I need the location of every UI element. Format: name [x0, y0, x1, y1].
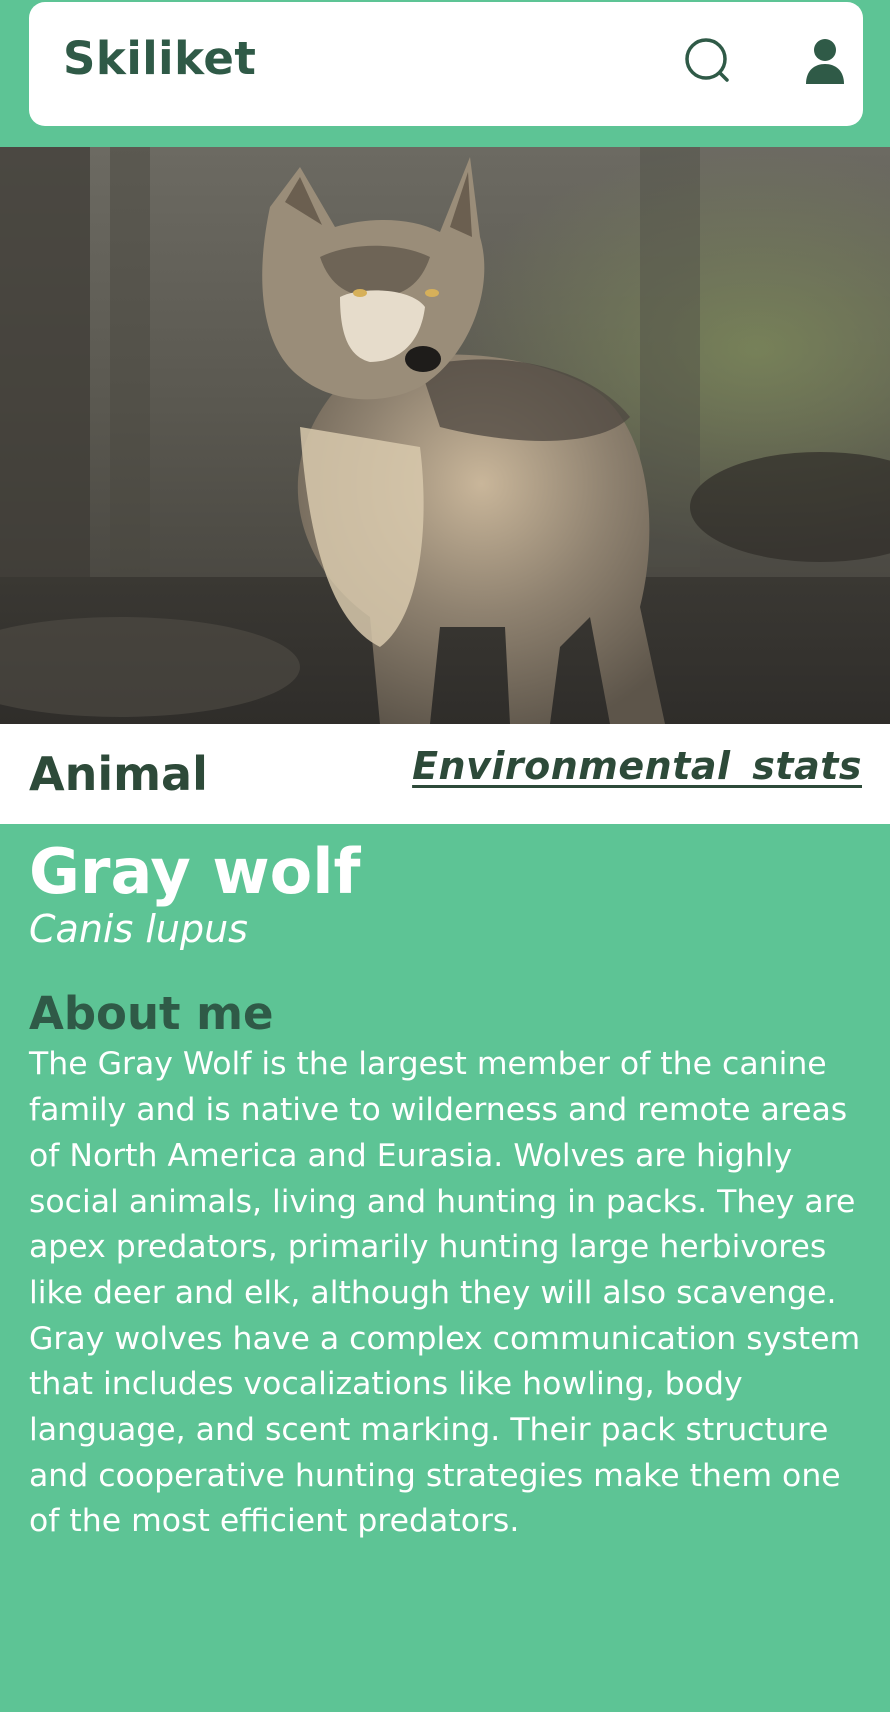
search-button[interactable]: [679, 32, 739, 92]
animal-common-name: Gray wolf: [29, 835, 361, 908]
app-title: Skiliket: [63, 32, 257, 85]
user-icon: [806, 39, 844, 84]
about-description: The Gray Wolf is the largest member of t…: [29, 1046, 861, 1540]
search-icon: [685, 38, 729, 82]
about-heading: About me: [29, 986, 274, 1040]
animal-scientific-name: Canis lupus: [29, 907, 248, 952]
animal-details: Gray wolf Canis lupus About me The Gray …: [29, 826, 869, 1545]
profile-button[interactable]: [795, 32, 855, 92]
hero-image: [0, 147, 890, 724]
header-card: Skiliket: [29, 2, 863, 126]
top-bar: Skiliket: [0, 0, 890, 147]
category-label: Animal: [29, 747, 208, 801]
gray-wolf-photo: [0, 147, 890, 724]
environmental-stats-link[interactable]: Environmental stats: [412, 745, 862, 788]
category-bar: Animal Environmental stats: [0, 724, 890, 824]
